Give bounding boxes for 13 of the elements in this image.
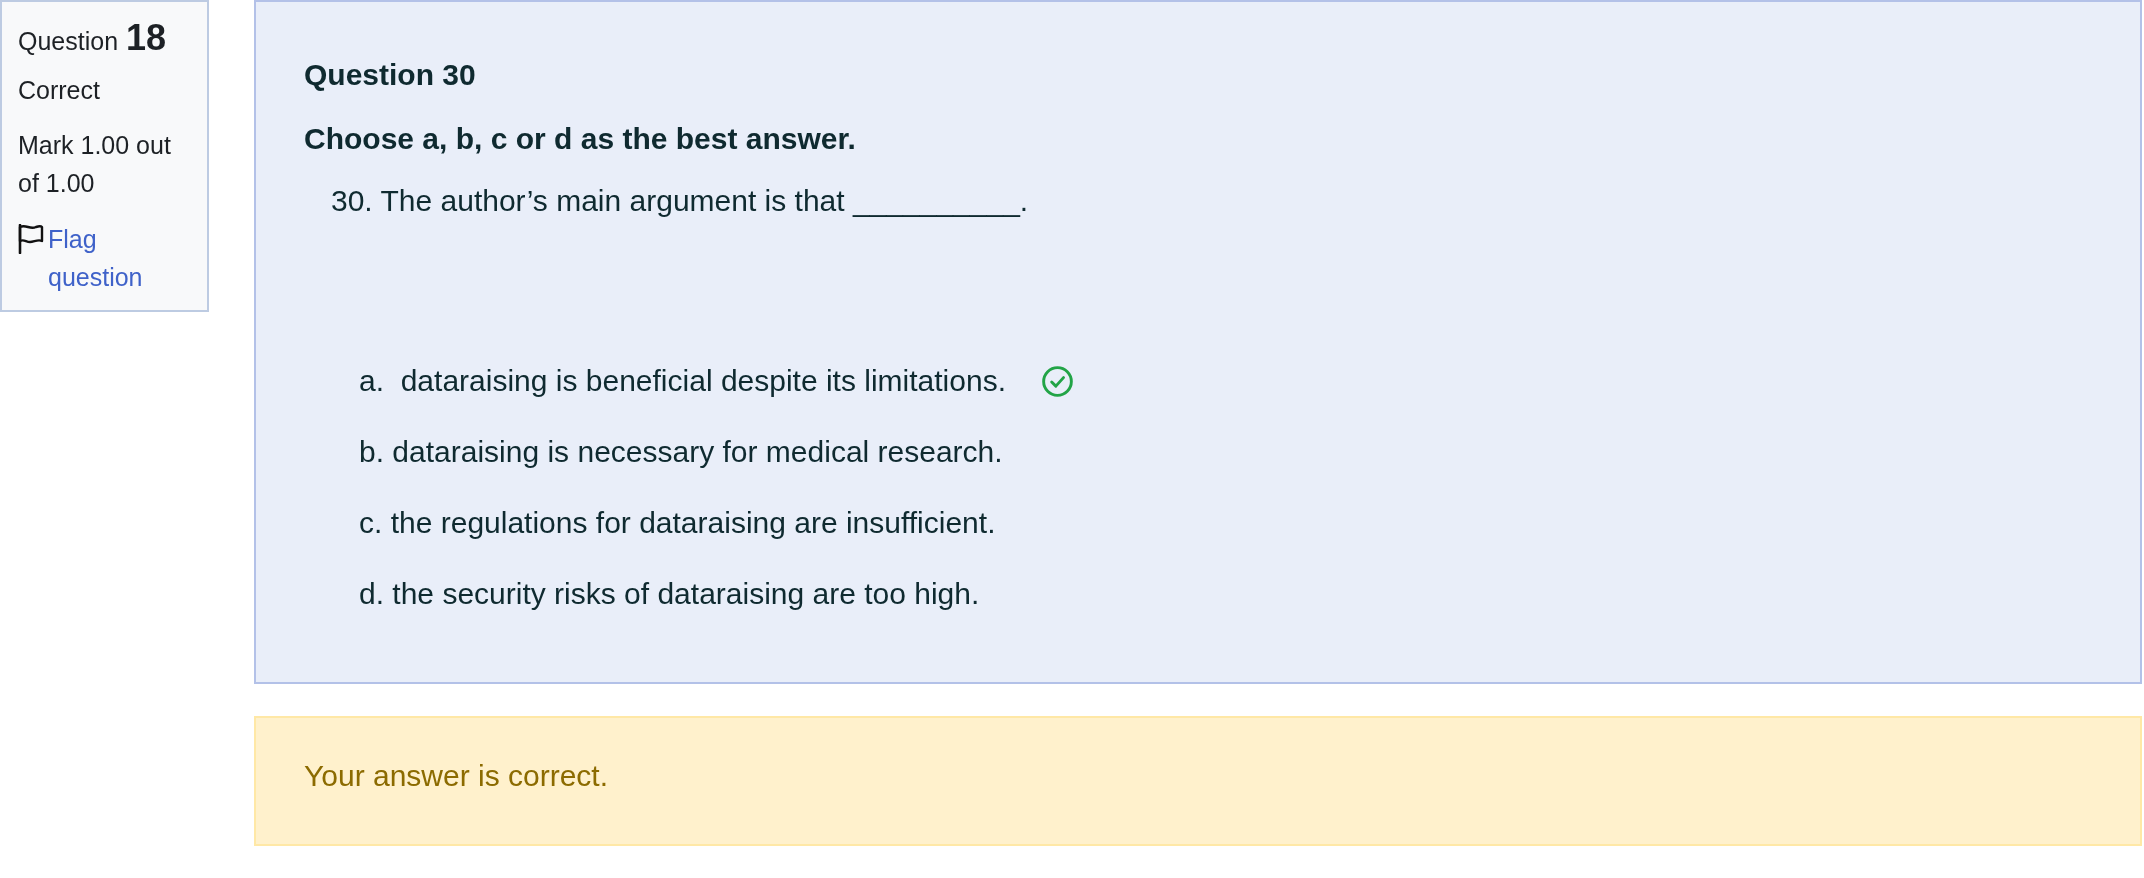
answer-option: b. dataraising is necessary for medical research. xyxy=(359,434,1003,470)
question-label: Question xyxy=(18,26,119,57)
feedback-text: Your answer is correct. xyxy=(304,759,608,792)
answer-option: d. the security risks of dataraising are too high. xyxy=(359,576,980,612)
question-number: 18 xyxy=(126,16,167,60)
instruction-text: Choose a, b, c or d as the best answer. xyxy=(304,122,856,155)
question-title: Question 30 xyxy=(304,58,476,91)
mark-text: Mark 1.00 out of 1.00 xyxy=(18,131,171,197)
answer-option: a. dataraising is beneficial despite its limitations. xyxy=(359,363,1006,399)
grade-status: Correct xyxy=(18,76,100,104)
flag-question-link[interactable]: Flag question xyxy=(48,220,191,296)
answer-option: c. the regulations for dataraising are insufficient. xyxy=(359,505,996,541)
question-prompt: 30. The author’s main argument is that __________. xyxy=(331,184,1029,217)
